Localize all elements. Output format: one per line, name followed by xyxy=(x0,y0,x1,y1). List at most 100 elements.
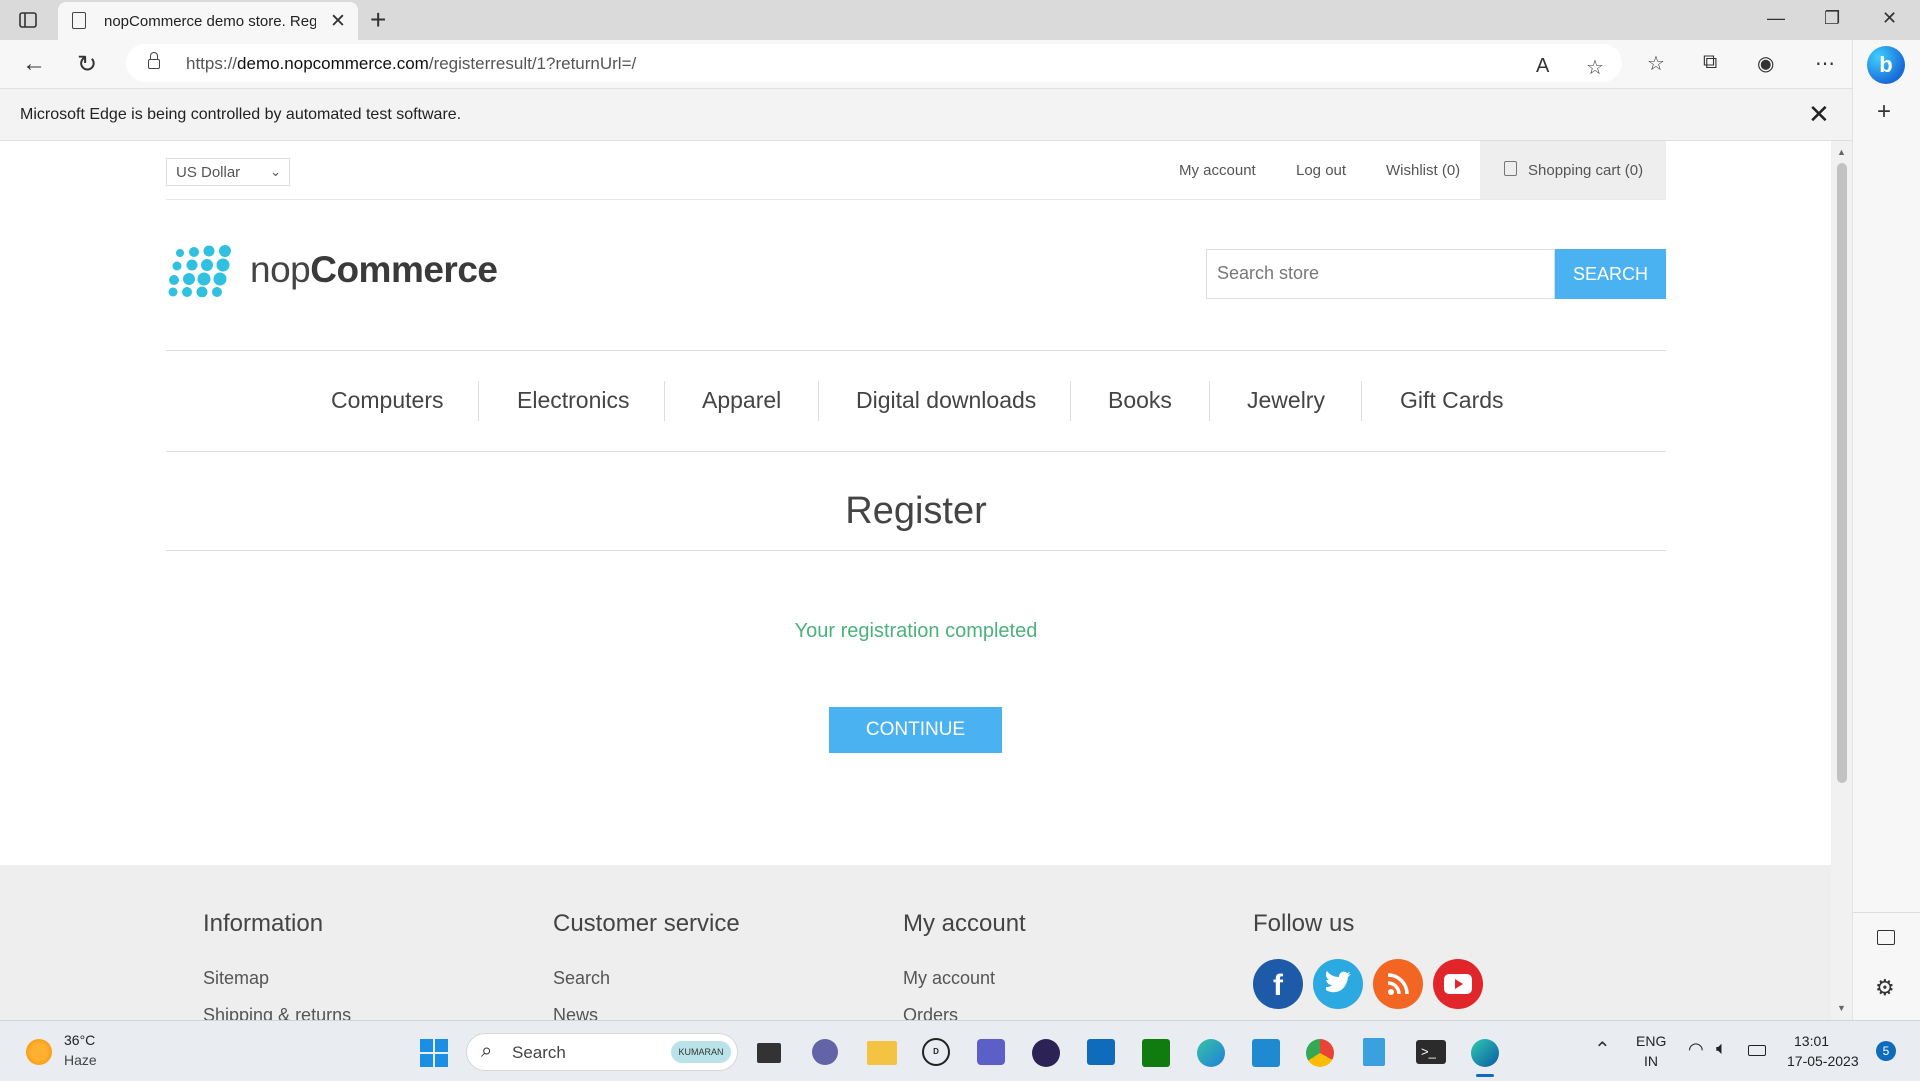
menu-item-computers[interactable]: Computers xyxy=(331,387,443,414)
region-indicator[interactable]: IN xyxy=(1644,1053,1658,1069)
scroll-down-icon[interactable]: ▼ xyxy=(1837,1003,1846,1013)
taskbar-search-box[interactable]: ⌕ Search KUMARAN xyxy=(466,1033,738,1071)
footer-link-orders[interactable]: Orders xyxy=(903,1005,958,1020)
tab-close-icon[interactable]: ✕ xyxy=(330,10,346,33)
search-button[interactable]: SEARCH xyxy=(1555,249,1666,299)
favorites-icon[interactable]: ☆ xyxy=(1647,51,1665,76)
menu-item-digital-downloads[interactable]: Digital downloads xyxy=(856,387,1036,414)
page-viewport: US Dollar ⌄ My account Log out Wishlist … xyxy=(0,141,1831,1020)
footer-customer-service-title: Customer service xyxy=(553,910,740,937)
dell-icon[interactable]: D xyxy=(922,1038,950,1066)
svg-text:f: f xyxy=(1273,969,1284,1002)
log-out-link[interactable]: Log out xyxy=(1296,162,1346,179)
windows-start-icon[interactable] xyxy=(420,1039,448,1067)
footer-my-account: My account My account Orders xyxy=(903,910,1026,1020)
scrollbar-thumb[interactable] xyxy=(1837,163,1847,783)
battery-icon[interactable] xyxy=(1748,1045,1766,1056)
url-text[interactable]: https://demo.nopcommerce.com/registerres… xyxy=(186,54,636,74)
collections-icon[interactable]: ⧉ xyxy=(1703,51,1717,74)
currency-select[interactable]: US Dollar ⌄ xyxy=(166,158,290,186)
lock-icon[interactable] xyxy=(148,52,160,69)
my-account-link[interactable]: My account xyxy=(1179,162,1256,179)
xbox-icon[interactable] xyxy=(1142,1039,1170,1067)
show-hidden-icons-chevron-up-icon[interactable]: ⌃ xyxy=(1594,1037,1611,1062)
new-tab-icon[interactable]: + xyxy=(370,4,386,36)
read-aloud-icon[interactable]: A xyxy=(1536,55,1549,78)
task-view-icon[interactable] xyxy=(757,1043,781,1063)
clock-time[interactable]: 13:01 xyxy=(1794,1033,1829,1049)
footer-link-my-account[interactable]: My account xyxy=(903,968,995,989)
weather-temp: 36°C xyxy=(64,1032,96,1048)
settings-gear-icon[interactable]: ⚙ xyxy=(1875,975,1895,1001)
edge-dev-icon[interactable] xyxy=(1197,1039,1225,1067)
menu-item-books[interactable]: Books xyxy=(1108,387,1172,414)
terminal-icon[interactable]: >_ xyxy=(1416,1040,1446,1064)
eclipse-icon[interactable] xyxy=(1032,1039,1060,1067)
search-icon: ⌕ xyxy=(481,1040,493,1062)
tab-actions-icon[interactable] xyxy=(18,10,40,30)
shopping-cart-label: Shopping cart (0) xyxy=(1528,162,1644,179)
file-explorer-icon[interactable] xyxy=(867,1041,897,1065)
minimize-icon[interactable]: — xyxy=(1767,8,1785,29)
infobar-close-icon[interactable]: ✕ xyxy=(1808,99,1830,130)
weather-desc: Haze xyxy=(64,1052,97,1068)
menu-item-electronics[interactable]: Electronics xyxy=(517,387,629,414)
facebook-icon[interactable]: f xyxy=(1253,959,1303,1009)
edge-active-icon[interactable] xyxy=(1471,1039,1499,1067)
search-store-input[interactable]: Search store xyxy=(1206,249,1555,299)
language-indicator[interactable]: ENG xyxy=(1636,1033,1666,1049)
volume-icon[interactable]: 🔈︎ xyxy=(1716,1038,1727,1059)
more-icon[interactable]: ⋯ xyxy=(1815,51,1835,76)
weather-icon[interactable] xyxy=(26,1039,52,1065)
add-favorite-icon[interactable]: ☆ xyxy=(1586,55,1604,80)
split-screen-icon[interactable] xyxy=(1877,930,1895,945)
footer-follow-us: Follow us xyxy=(1253,910,1354,938)
teams-icon[interactable] xyxy=(977,1039,1005,1065)
menu-item-jewelry[interactable]: Jewelry xyxy=(1247,387,1325,414)
browser-tab-bar: nopCommerce demo store. Register ✕ + — ❐… xyxy=(0,0,1920,40)
top-menu: Computers Electronics Apparel Digital do… xyxy=(166,350,1666,452)
infobar-message: Microsoft Edge is being controlled by au… xyxy=(20,106,462,123)
refresh-icon[interactable]: ↻ xyxy=(77,50,97,79)
footer-information-title: Information xyxy=(203,910,324,937)
rss-icon[interactable] xyxy=(1373,959,1423,1009)
tab-title: nopCommerce demo store. Register xyxy=(104,13,316,30)
wifi-icon[interactable]: ◠ xyxy=(1688,1039,1704,1060)
shopping-cart-link[interactable]: Shopping cart (0) xyxy=(1480,141,1666,199)
youtube-icon[interactable] xyxy=(1433,959,1483,1009)
chrome-icon[interactable] xyxy=(1306,1039,1334,1067)
vscode-icon[interactable] xyxy=(1252,1039,1280,1067)
store-logo[interactable]: nopCommerce xyxy=(168,245,498,301)
footer-link-news[interactable]: News xyxy=(553,1005,598,1020)
scroll-up-icon[interactable]: ▲ xyxy=(1837,147,1846,157)
back-icon[interactable]: ← xyxy=(22,50,46,78)
teams-chat-icon[interactable] xyxy=(812,1039,838,1065)
automation-infobar: Microsoft Edge is being controlled by au… xyxy=(0,88,1852,141)
footer-link-sitemap[interactable]: Sitemap xyxy=(203,968,269,989)
footer-information: Information Sitemap Shipping & returns xyxy=(203,910,351,1020)
logo-dots-icon xyxy=(168,245,231,297)
taskbar-search-label: Search xyxy=(512,1043,566,1062)
wishlist-link[interactable]: Wishlist (0) xyxy=(1386,162,1460,179)
outlook-icon[interactable] xyxy=(1087,1039,1115,1065)
restore-icon[interactable]: ❐ xyxy=(1824,8,1840,29)
menu-item-gift-cards[interactable]: Gift Cards xyxy=(1400,387,1504,414)
registration-result-message: Your registration completed xyxy=(794,620,1038,642)
twitter-icon[interactable] xyxy=(1313,959,1363,1009)
clock-date[interactable]: 17-05-2023 xyxy=(1787,1053,1859,1069)
sidebar-add-icon[interactable]: + xyxy=(1877,98,1891,126)
footer-link-shipping-returns[interactable]: Shipping & returns xyxy=(203,1005,351,1020)
window-close-icon[interactable]: ✕ xyxy=(1882,8,1897,29)
menu-item-apparel[interactable]: Apparel xyxy=(702,387,781,414)
continue-button[interactable]: CONTINUE xyxy=(829,707,1002,753)
address-bar[interactable]: https://demo.nopcommerce.com/registerres… xyxy=(126,44,1622,82)
currency-value: US Dollar xyxy=(176,164,241,181)
notification-badge[interactable]: 5 xyxy=(1876,1041,1896,1061)
footer-link-search[interactable]: Search xyxy=(553,968,610,989)
page-scrollbar[interactable]: ▲ ▼ xyxy=(1831,141,1852,1020)
bing-icon[interactable]: b xyxy=(1867,46,1905,84)
notepad-icon[interactable] xyxy=(1363,1038,1385,1066)
logo-wordmark: nopCommerce xyxy=(250,249,498,290)
browser-tab[interactable]: nopCommerce demo store. Register ✕ xyxy=(58,2,358,40)
profile-avatar-icon[interactable]: ◉ xyxy=(1757,51,1774,76)
